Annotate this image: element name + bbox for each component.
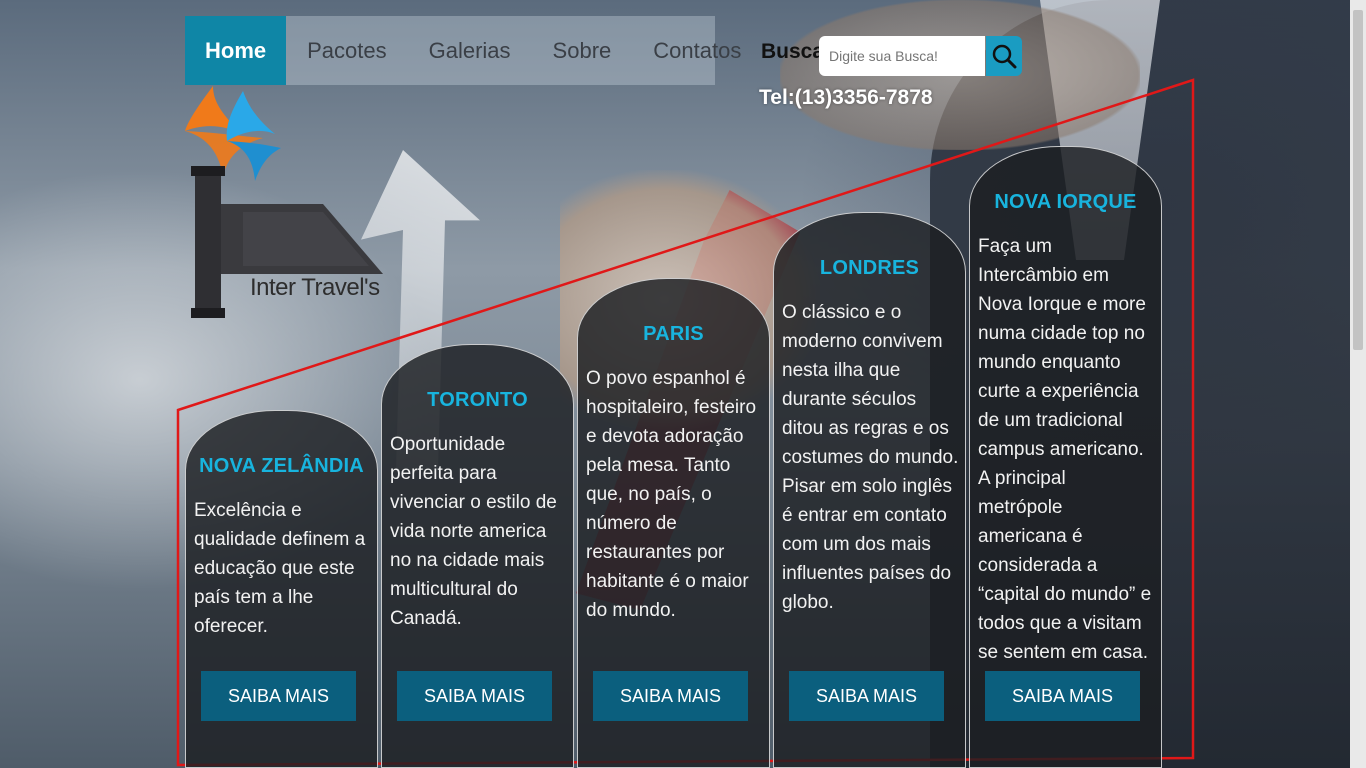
card-text: O povo espanhol é hospitaleiro, festeiro… [586,368,757,621]
saiba-mais-button[interactable]: SAIBA MAIS [397,671,552,721]
main-nav: Home Pacotes Galerias Sobre Contatos [185,16,741,85]
card-title: LONDRES [819,257,920,279]
nav-galerias[interactable]: Galerias [408,16,532,85]
card-nova-zelandia: NOVA ZELÂNDIA Excelência e qualidade def… [185,410,378,768]
card-londres: LONDRES O clássico e o moderno convivem … [773,212,966,768]
card-toronto: TORONTO Oportunidade perfeita para viven… [381,344,574,768]
nav-sobre[interactable]: Sobre [532,16,633,85]
logo-text: Inter Travel's [250,274,380,301]
card-title: TORONTO [427,389,528,411]
card-text: Excelência e qualidade definem a educaçã… [194,500,366,637]
search-button[interactable] [986,36,1022,76]
site-logo[interactable]: Inter Travel's [183,86,388,326]
search-input[interactable] [819,36,985,76]
nav-home[interactable]: Home [185,16,287,85]
card-nova-iorque: NOVA IORQUE Faça um Intercâmbio em Nova … [969,146,1162,768]
nav-pacotes[interactable]: Pacotes [286,16,408,85]
phone-number: Tel:(13)3356-7878 [759,86,933,109]
saiba-mais-button[interactable]: SAIBA MAIS [789,671,944,721]
scrollbar-thumb[interactable] [1353,10,1363,350]
saiba-mais-button[interactable]: SAIBA MAIS [201,671,356,721]
saiba-mais-button[interactable]: SAIBA MAIS [985,671,1140,721]
nav-contatos[interactable]: Contatos [632,16,762,85]
card-paris: PARIS O povo espanhol é hospitaleiro, fe… [577,278,770,768]
card-title: NOVA IORQUE [994,191,1137,213]
card-text: Oportunidade perfeita para vivenciar o e… [390,434,557,629]
card-text: O clássico e o moderno convivem nesta il… [782,302,959,613]
card-title: NOVA ZELÂNDIA [199,455,364,477]
card-title: PARIS [643,323,704,345]
search-icon [992,44,1017,69]
saiba-mais-button[interactable]: SAIBA MAIS [593,671,748,721]
card-text: Faça um Intercâmbio em Nova Iorque e mor… [978,236,1152,663]
page-scrollbar[interactable] [1350,0,1366,768]
